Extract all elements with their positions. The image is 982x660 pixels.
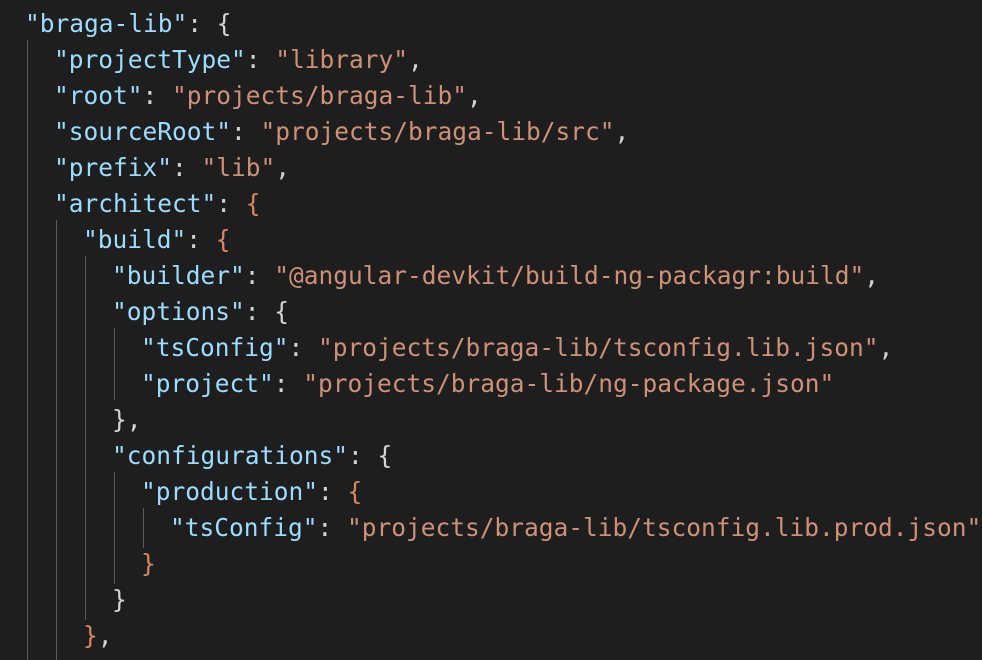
colon: : — [273, 369, 304, 398]
colon: : — [245, 45, 276, 74]
comma: , — [614, 117, 630, 146]
comma: , — [408, 45, 423, 74]
json-key: "options" — [112, 297, 245, 326]
json-string-value: "projects/braga-lib" — [172, 81, 468, 110]
json-key: "sourceRoot" — [54, 117, 232, 146]
json-key: "prefix" — [54, 153, 173, 182]
json-string-value: "library" — [275, 45, 409, 74]
indent-guide — [27, 40, 28, 660]
close-brace: } — [112, 585, 127, 614]
colon: : — [172, 153, 202, 182]
code-line[interactable]: } — [141, 546, 156, 582]
colon: : — [288, 333, 319, 362]
open-brace: { — [377, 441, 393, 470]
code-line[interactable]: "projectType": "library", — [54, 42, 423, 78]
json-key: "builder" — [112, 261, 245, 290]
code-line[interactable]: "build": { — [83, 222, 231, 258]
indent-guide — [143, 508, 144, 548]
indent-guide — [114, 472, 115, 584]
json-key: "architect" — [54, 189, 217, 218]
close-brace: } — [83, 621, 98, 650]
json-key: "tsConfig" — [141, 333, 289, 362]
code-line[interactable]: }, — [112, 402, 142, 438]
code-line[interactable]: "builder": "@angular-devkit/build-ng-pac… — [112, 258, 879, 294]
code-line[interactable]: "root": "projects/braga-lib", — [54, 78, 482, 114]
code-line[interactable]: "production": { — [141, 474, 362, 510]
json-key: "build" — [83, 225, 187, 254]
code-line[interactable]: "tsConfig": "projects/braga-lib/tsconfig… — [170, 510, 981, 546]
code-line[interactable]: "braga-lib": { — [25, 6, 232, 42]
open-brace: { — [274, 297, 290, 326]
colon: : — [244, 261, 275, 290]
colon: : — [317, 513, 348, 542]
code-line[interactable]: "tsConfig": "projects/braga-lib/tsconfig… — [141, 330, 893, 366]
comma: , — [126, 405, 142, 434]
indent-guide — [85, 256, 86, 620]
comma: , — [275, 153, 291, 182]
close-brace: } — [141, 549, 156, 578]
colon: : — [244, 297, 275, 326]
code-line[interactable]: "sourceRoot": "projects/braga-lib/src", — [54, 114, 629, 150]
code-editor[interactable]: "braga-lib": { "projectType": "library",… — [0, 0, 982, 660]
comma: , — [878, 333, 894, 362]
code-line[interactable]: }, — [83, 618, 113, 654]
code-line[interactable]: "options": { — [112, 294, 289, 330]
json-key: "tsConfig" — [170, 513, 318, 542]
close-brace: } — [112, 405, 127, 434]
json-key: "braga-lib" — [25, 9, 188, 38]
json-string-value: "projects/braga-lib/tsconfig.lib.prod.js… — [347, 513, 982, 542]
code-line[interactable]: "prefix": "lib", — [54, 150, 290, 186]
colon: : — [318, 477, 348, 506]
comma: , — [864, 261, 880, 290]
json-string-value: "projects/braga-lib/src" — [260, 117, 615, 146]
comma: , — [467, 81, 482, 110]
colon: : — [142, 81, 173, 110]
code-line[interactable]: "architect": { — [54, 186, 261, 222]
json-key: "root" — [54, 81, 143, 110]
json-key: "projectType" — [54, 45, 246, 74]
indent-guide — [114, 328, 115, 400]
colon: : — [348, 441, 378, 470]
json-string-value: "lib" — [201, 153, 276, 182]
json-string-value: "projects/braga-lib/ng-package.json" — [303, 369, 835, 398]
json-string-value: "projects/braga-lib/tsconfig.lib.json" — [318, 333, 879, 362]
indent-guide — [56, 220, 57, 660]
code-line[interactable]: "configurations": { — [112, 438, 392, 474]
json-key: "production" — [141, 477, 319, 506]
json-key: "configurations" — [112, 441, 349, 470]
code-line[interactable]: "project": "projects/braga-lib/ng-packag… — [141, 366, 834, 402]
colon: : — [231, 117, 261, 146]
open-brace: { — [347, 477, 363, 506]
json-key: "project" — [141, 369, 274, 398]
colon: : — [216, 189, 246, 218]
colon: : — [186, 225, 216, 254]
open-brace: { — [245, 189, 261, 218]
open-brace: { — [216, 9, 232, 38]
json-string-value: "@angular-devkit/build-ng-packagr:build" — [274, 261, 865, 290]
colon: : — [187, 9, 217, 38]
code-line[interactable]: } — [112, 582, 127, 618]
open-brace: { — [215, 225, 231, 254]
comma: , — [97, 621, 113, 650]
